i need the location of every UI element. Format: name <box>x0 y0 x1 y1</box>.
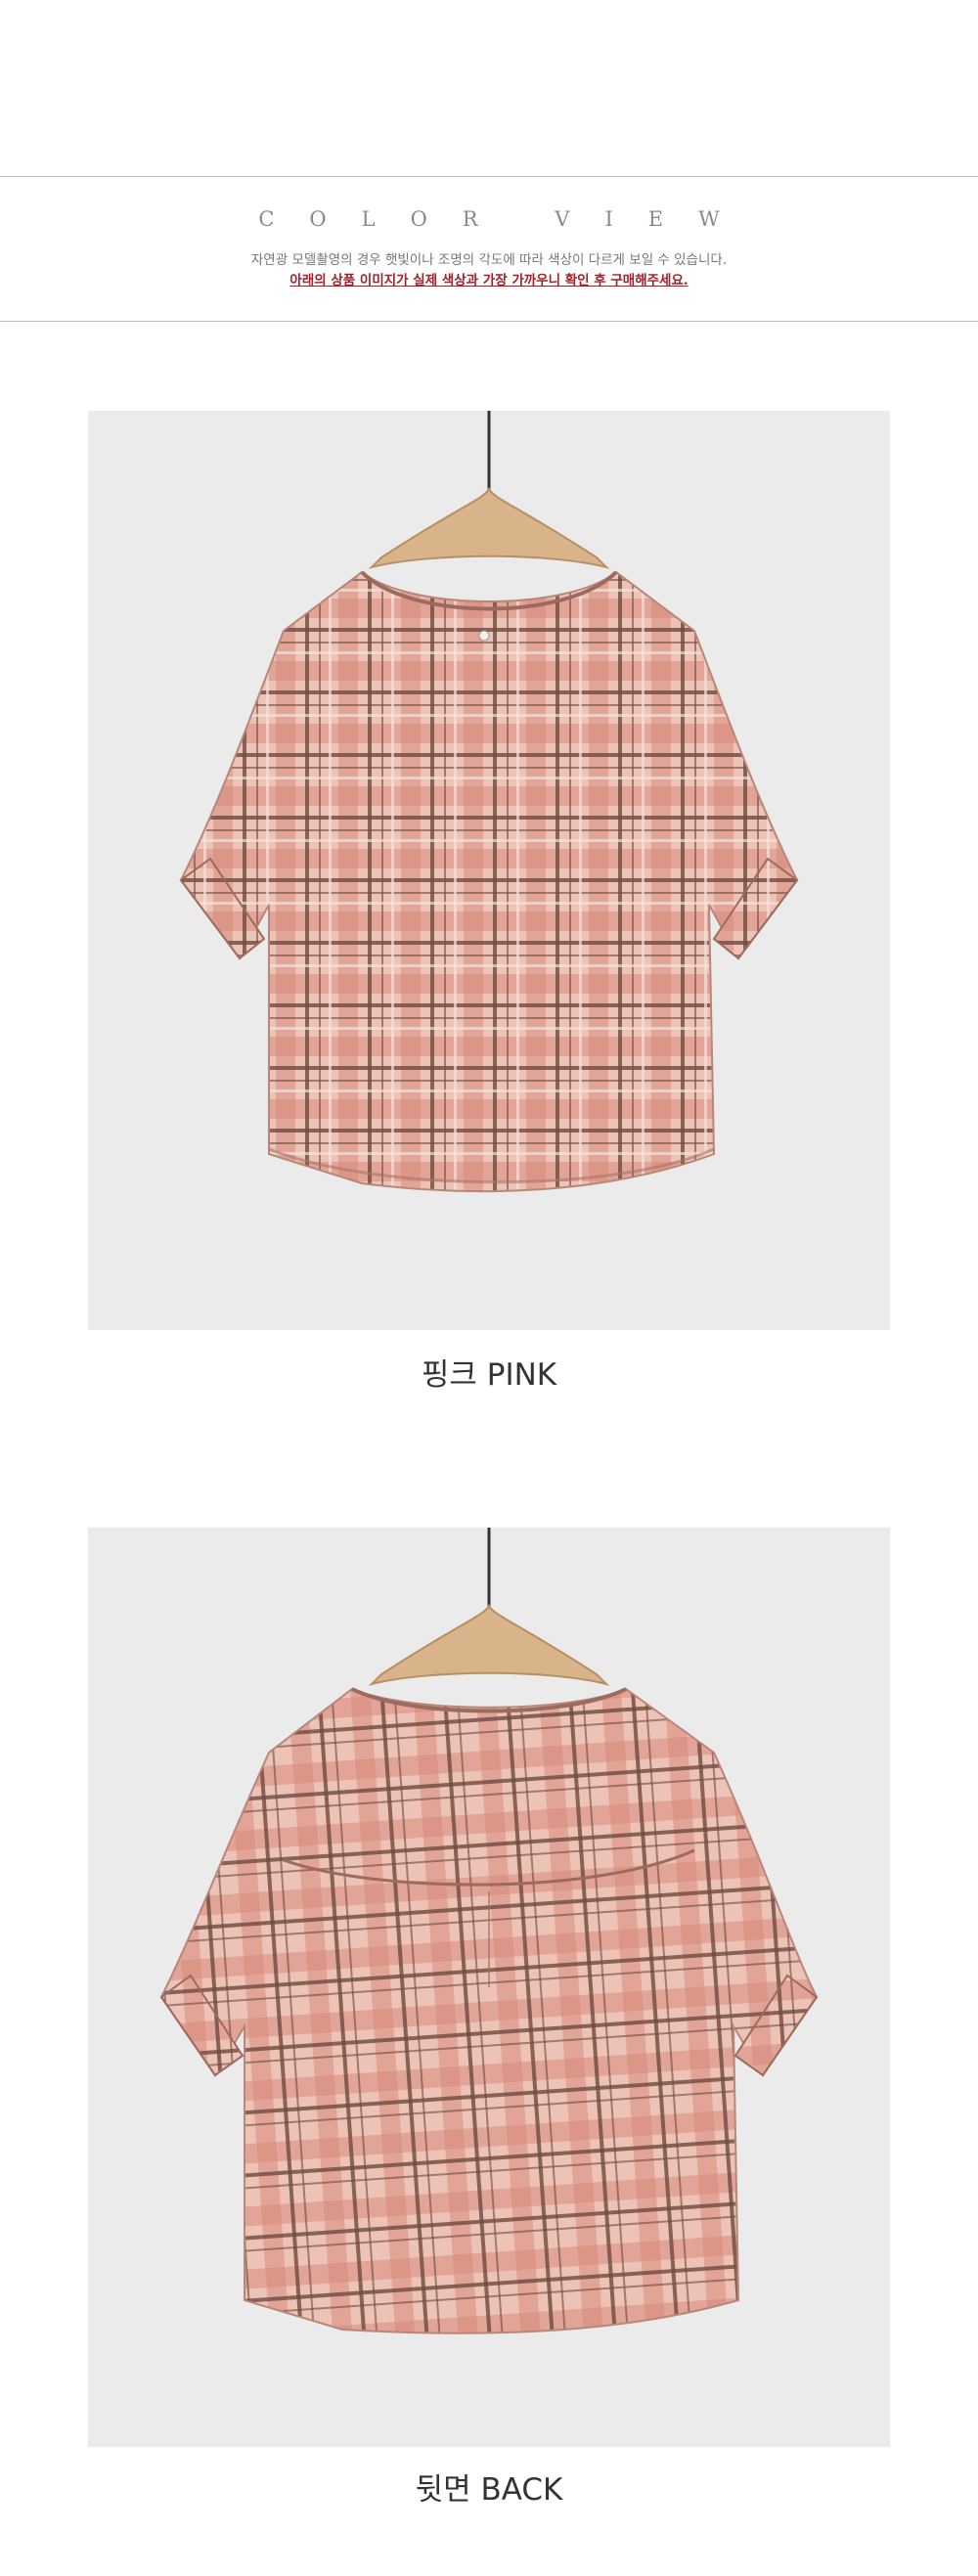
header-divider-bottom <box>0 321 978 322</box>
product-caption-back: 뒷면 BACK <box>415 2472 563 2508</box>
pink-check-blouse-front-icon <box>88 411 890 1330</box>
color-view-title: COLOR VIEW <box>258 207 755 231</box>
product-photo-front <box>88 411 890 1330</box>
color-notice: 아래의 상품 이미지가 실제 색상과 가장 가까우니 확인 후 구매해주세요. <box>289 273 689 289</box>
pink-check-blouse-back-icon <box>88 1528 890 2447</box>
product-photo-back <box>88 1528 890 2447</box>
product-caption-pink: 핑크 PINK <box>421 1357 557 1393</box>
header-divider-top <box>0 176 978 177</box>
color-note: 자연광 모델촬영의 경우 햇빛이나 조명의 각도에 따라 색상이 다르게 보일 … <box>250 252 728 268</box>
